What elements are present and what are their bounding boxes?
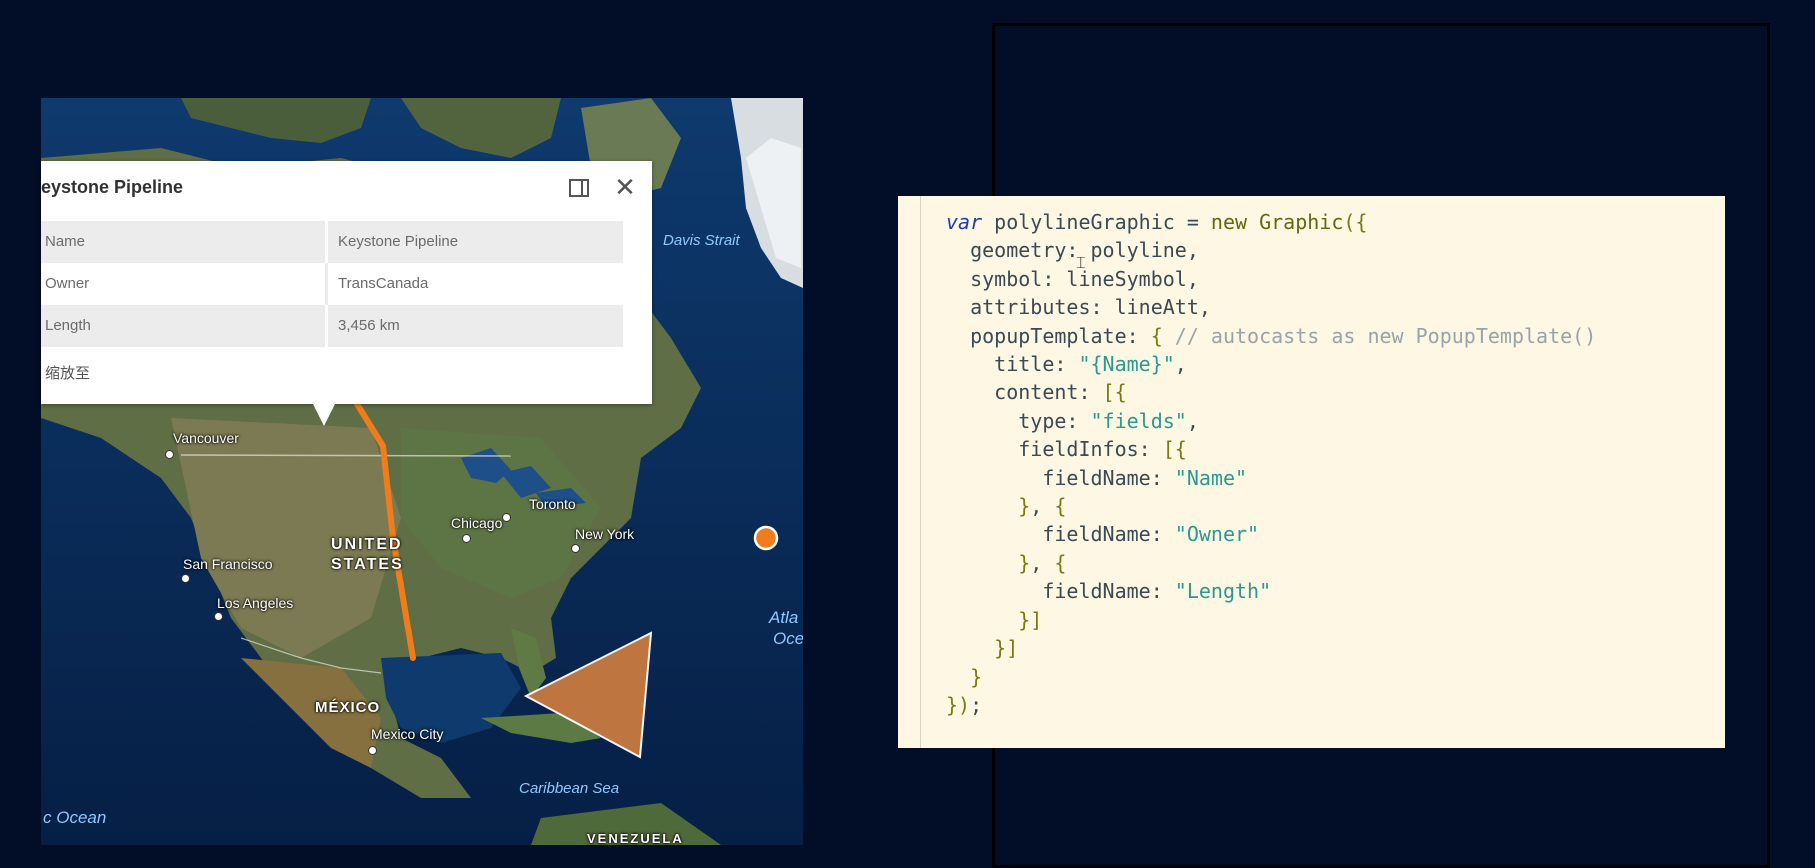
city-dot (181, 574, 190, 583)
code-line: attributes: lineAtt, (946, 295, 1211, 320)
map-label-united: UNITED (331, 536, 403, 553)
indent-guide (920, 196, 921, 748)
map-label-vancouver: Vancouver (173, 430, 239, 446)
code-line: symbol: lineSymbol, (946, 266, 1199, 291)
zoom-to-link[interactable]: 缩放至 (45, 362, 90, 383)
popup-pointer (313, 404, 335, 426)
table-row: Length 3,456 km (41, 305, 623, 347)
map-label-toronto: Toronto (529, 496, 576, 512)
code-line: geometry: polyline, (946, 238, 1199, 263)
field-key: Name (41, 221, 328, 263)
map-label-mexico-city: Mexico City (371, 726, 444, 742)
field-key: Length (41, 305, 328, 347)
city-dot (571, 544, 580, 553)
code-line: }); (946, 692, 983, 717)
map-label-davis-strait: Davis Strait (663, 232, 740, 249)
map-label-atlantic-2: Oce (773, 629, 803, 648)
city-dot (502, 513, 511, 522)
city-dot (462, 534, 471, 543)
popup-title: eystone Pipeline (41, 177, 184, 197)
code-line: type: "fields", (946, 408, 1199, 433)
code-line: fieldName: "Owner" (946, 522, 1260, 547)
field-value: 3,456 km (328, 305, 623, 347)
code-line: }, { (1018, 494, 1067, 519)
code-block: var polylineGraphic = new Graphic({ geom… (946, 208, 1596, 719)
field-value: TransCanada (328, 263, 623, 305)
code-line: }, { (1018, 550, 1067, 575)
code-line: fieldName: "Length" (946, 579, 1272, 604)
map-label-states: STATES (331, 556, 404, 573)
map-label-venezuela: VENEZUELA (587, 831, 684, 845)
map-label-caribbean-sea: Caribbean Sea (519, 780, 620, 797)
city-dot (214, 612, 223, 621)
code-line: } (970, 664, 983, 689)
table-row: Owner TransCanada (41, 263, 623, 305)
table-row: Name Keystone Pipeline (41, 221, 623, 263)
field-key: Owner (41, 263, 328, 305)
map-label-pacific: c Ocean (43, 808, 107, 827)
code-line: fieldName: "Name" (946, 465, 1248, 490)
code-line: content: [{ (946, 380, 1127, 405)
field-value: Keystone Pipeline (328, 221, 623, 263)
code-line: }] (1018, 607, 1043, 632)
map-label-los-angeles: Los Angeles (217, 595, 294, 611)
map-label-chicago: Chicago (451, 515, 503, 531)
code-editor-panel[interactable]: var polylineGraphic = new Graphic({ geom… (898, 196, 1725, 748)
mouse-cursor-icon: ⌶ (1076, 255, 1086, 272)
map-label-mexico: MÉXICO (315, 699, 381, 716)
code-line: var polylineGraphic = new Graphic({ (946, 210, 1368, 234)
popup-fields-table: Name Keystone Pipeline Owner TransCanada… (41, 221, 623, 347)
dock-icon[interactable] (569, 179, 589, 197)
city-dot (368, 746, 377, 755)
city-dot (165, 450, 174, 459)
code-line: popupTemplate: { // autocasts as new Pop… (946, 323, 1597, 348)
close-icon[interactable]: ✕ (613, 174, 637, 200)
map-label-san-francisco: San Francisco (183, 556, 273, 572)
feature-popup[interactable]: eystone Pipeline ✕ Name Keystone Pipelin… (41, 161, 652, 404)
code-line: }] (994, 636, 1019, 661)
point-graphic (753, 525, 779, 551)
code-line: fieldInfos: [{ (946, 437, 1187, 462)
code-line: title: "{Name}", (946, 352, 1187, 377)
map-label-new-york: New York (575, 526, 635, 542)
map-label-atlantic-1: Atla (769, 608, 799, 627)
